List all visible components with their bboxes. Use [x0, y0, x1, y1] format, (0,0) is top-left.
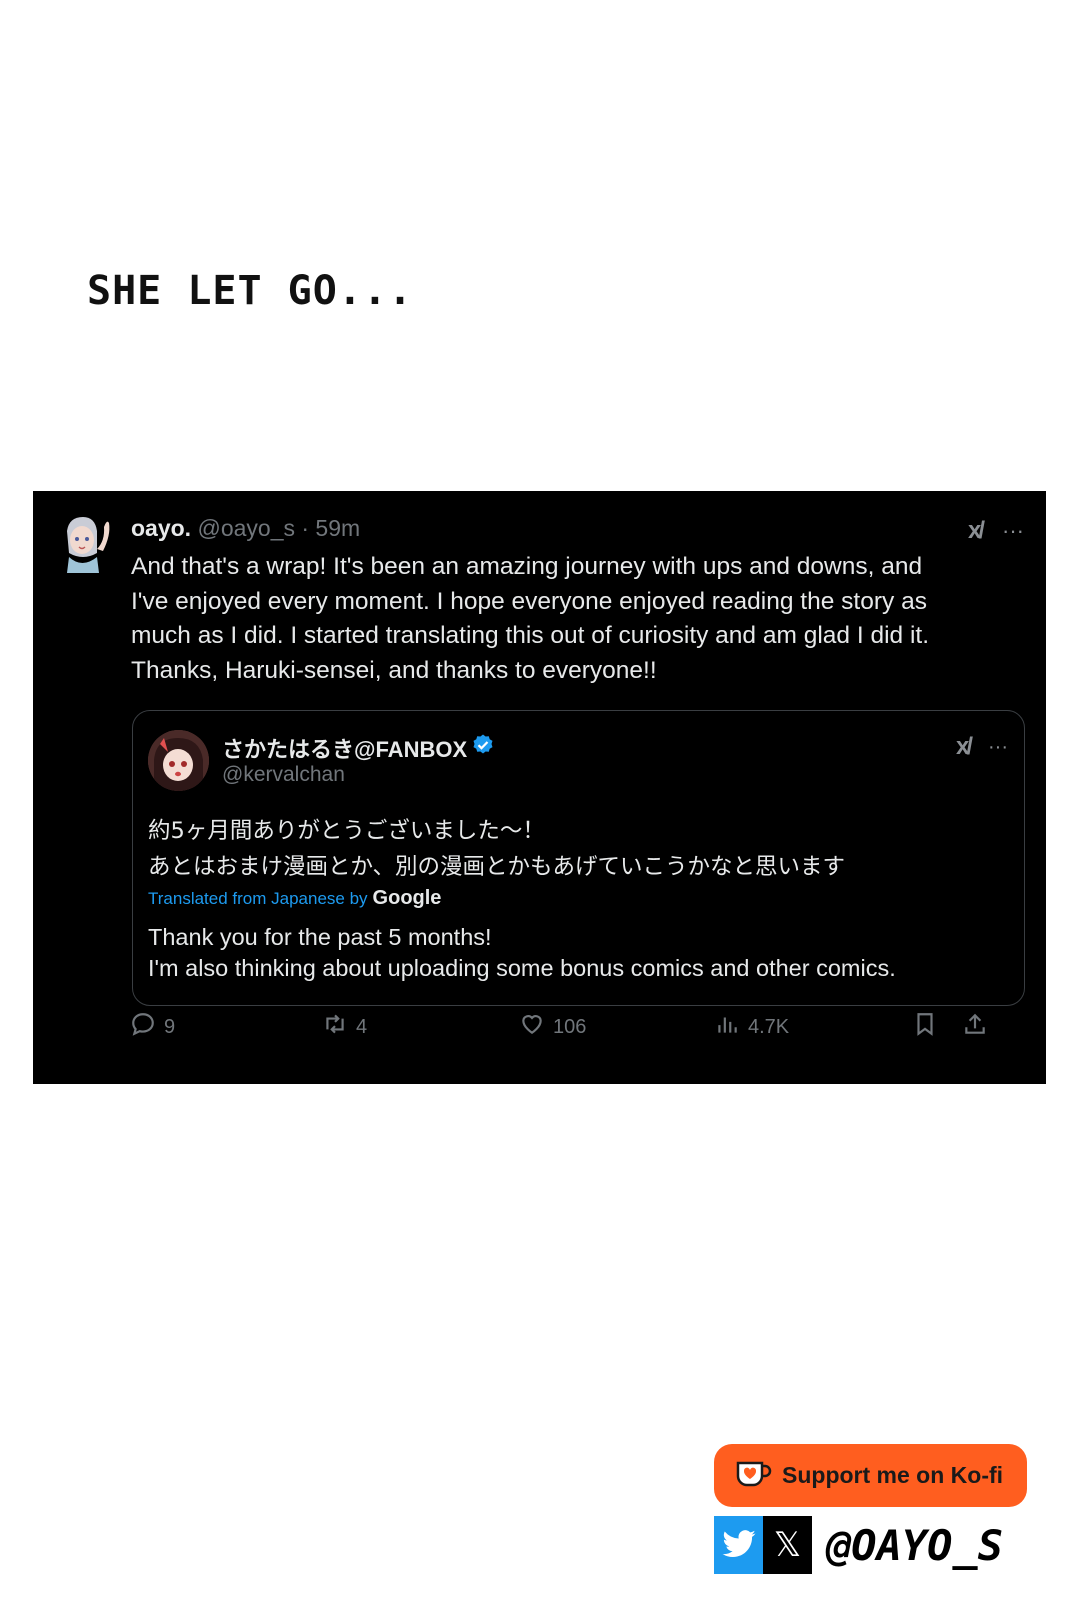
kofi-cup-icon — [734, 1457, 772, 1495]
quote-jp-line: 約5ヶ月間ありがとうございました～！ — [148, 818, 545, 844]
quote-author-name[interactable]: さかたはるき@FANBOX — [222, 732, 467, 764]
reply-icon — [130, 1011, 156, 1043]
quote-top-icons: x/ ··· — [956, 733, 1008, 761]
tweet-top-icons: x/ ··· — [968, 517, 1024, 545]
tweet-screenshot: oayo. @oayo_s · 59m x/ ··· And that's a … — [33, 491, 1046, 1084]
quoted-tweet[interactable]: さかたはるき@FANBOX @kervalchan x/ ··· 約5ヶ月間あり… — [132, 710, 1025, 1006]
like-button[interactable]: 106 — [519, 1011, 586, 1043]
tweet-body-line: I've enjoyed every moment. I hope everyo… — [131, 587, 927, 615]
quote-author-name-row: さかたはるき@FANBOX — [222, 732, 495, 764]
views-icon — [714, 1011, 740, 1043]
tweet-body-line: And that's a wrap! It's been an amazing … — [131, 553, 923, 580]
share-button[interactable] — [962, 1011, 988, 1043]
twitter-bird-icon[interactable] — [714, 1516, 763, 1574]
repost-icon — [322, 1011, 348, 1043]
quote-en-line: I'm also thinking about uploading some b… — [148, 955, 896, 981]
quote-grok-icon[interactable]: x/ — [956, 733, 973, 761]
social-handle[interactable]: @OAYO_S — [826, 1521, 1003, 1570]
tweet-actions: 9 4 106 4.7K — [130, 1011, 1032, 1051]
author-avatar[interactable] — [57, 513, 113, 575]
x-logo-icon[interactable]: 𝕏 — [763, 1516, 812, 1574]
repost-count: 4 — [356, 1015, 368, 1038]
views-count: 4.7K — [748, 1015, 790, 1038]
quote-more-icon[interactable]: ··· — [988, 736, 1008, 759]
verified-badge-icon — [471, 733, 495, 763]
bookmark-icon — [912, 1011, 938, 1043]
reply-button[interactable]: 9 — [130, 1011, 175, 1043]
repost-button[interactable]: 4 — [322, 1011, 367, 1043]
google-logo: Google — [372, 887, 442, 909]
bookmark-button[interactable] — [912, 1011, 938, 1043]
more-icon[interactable]: ··· — [1002, 518, 1024, 544]
views-button[interactable]: 4.7K — [714, 1011, 789, 1043]
grok-icon[interactable]: x/ — [968, 517, 985, 545]
quote-translation-text: Thank you for the past 5 months! I'm als… — [148, 922, 896, 984]
tweet-body-line: Thanks, Haruki-sensei, and thanks to eve… — [131, 656, 657, 684]
author-name[interactable]: oayo. — [131, 515, 191, 541]
kofi-support-button[interactable]: Support me on Ko-fi — [714, 1444, 1027, 1507]
quote-original-text: 約5ヶ月間ありがとうございました～！ あとはおまけ漫画とか、別の漫画とかもあげて… — [148, 813, 845, 885]
tweet-header: oayo. @oayo_s · 59m — [131, 515, 360, 542]
social-links: 𝕏 @OAYO_S — [714, 1516, 1003, 1574]
quote-author-handle[interactable]: @kervalchan — [222, 763, 345, 787]
heart-icon — [519, 1011, 545, 1043]
kofi-label: Support me on Ko-fi — [782, 1462, 1004, 1488]
reply-count: 9 — [164, 1015, 176, 1038]
quote-jp-line: あとはおまけ漫画とか、別の漫画とかもあげていこうかなと思います — [148, 854, 846, 880]
tweet-body-line: much as I did. I started translating thi… — [131, 622, 930, 649]
translated-label[interactable]: Translated from Japanese by — [148, 889, 368, 909]
tweet-time[interactable]: · 59m — [295, 515, 360, 541]
share-icon — [962, 1011, 988, 1043]
author-handle[interactable]: @oayo_s — [197, 515, 295, 541]
like-count: 106 — [553, 1015, 587, 1038]
caption-text: SHE LET GO... — [87, 268, 414, 314]
tweet-body: And that's a wrap! It's been an amazing … — [131, 550, 1021, 688]
translation-attribution[interactable]: Translated from Japanese by Google — [148, 887, 441, 910]
quote-author-avatar[interactable] — [148, 730, 209, 791]
quote-en-line: Thank you for the past 5 months! — [148, 924, 492, 950]
